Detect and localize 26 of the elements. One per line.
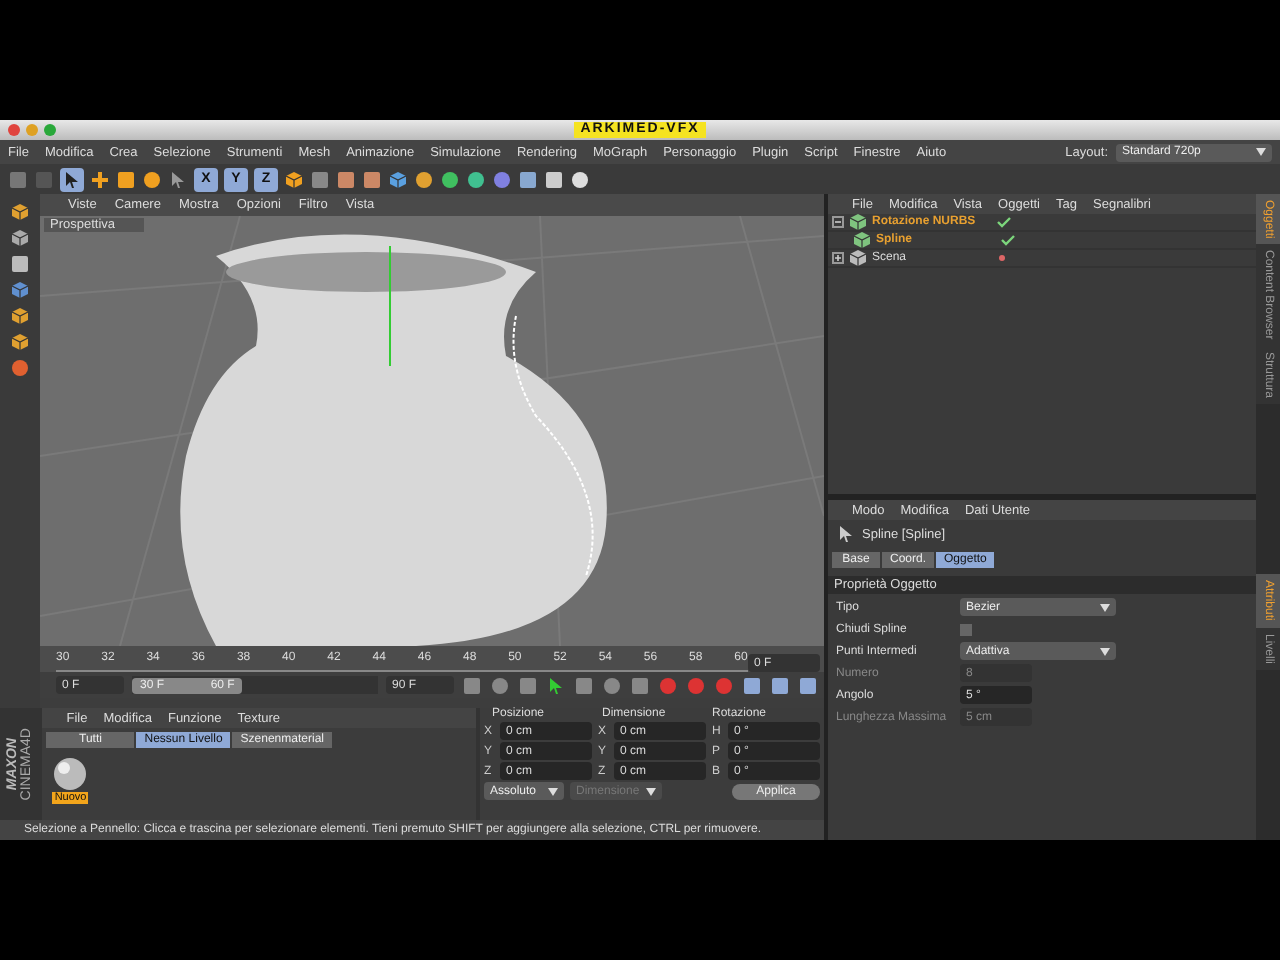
- cube-icon[interactable]: [10, 228, 30, 248]
- object-icon[interactable]: [848, 248, 868, 268]
- object-icon[interactable]: [852, 230, 872, 250]
- close-button[interactable]: [8, 124, 20, 136]
- checkbox[interactable]: [960, 623, 972, 635]
- cube-icon[interactable]: [10, 332, 30, 352]
- caret-icon: [1100, 603, 1110, 611]
- move-icon[interactable]: [90, 169, 110, 189]
- material-ball-icon[interactable]: [52, 756, 89, 792]
- check-icon[interactable]: [1000, 234, 1016, 246]
- sphere-icon[interactable]: [440, 169, 460, 189]
- expand-toggle[interactable]: [832, 252, 844, 264]
- cube-icon[interactable]: [10, 202, 30, 222]
- cursor-icon[interactable]: [168, 169, 188, 189]
- cube-icon[interactable]: [388, 169, 408, 189]
- check-icon[interactable]: [996, 216, 1012, 228]
- collapse-toggle[interactable]: [832, 216, 844, 228]
- caret-icon: [1256, 148, 1266, 156]
- axis-line: [388, 246, 392, 366]
- cube-icon[interactable]: [284, 169, 304, 189]
- caret-icon: [548, 787, 558, 795]
- object-icon[interactable]: [848, 212, 868, 232]
- caret-icon: [1100, 647, 1110, 655]
- cube-icon[interactable]: [10, 306, 30, 326]
- cube-icon[interactable]: [10, 280, 30, 300]
- caret-icon: [646, 787, 656, 795]
